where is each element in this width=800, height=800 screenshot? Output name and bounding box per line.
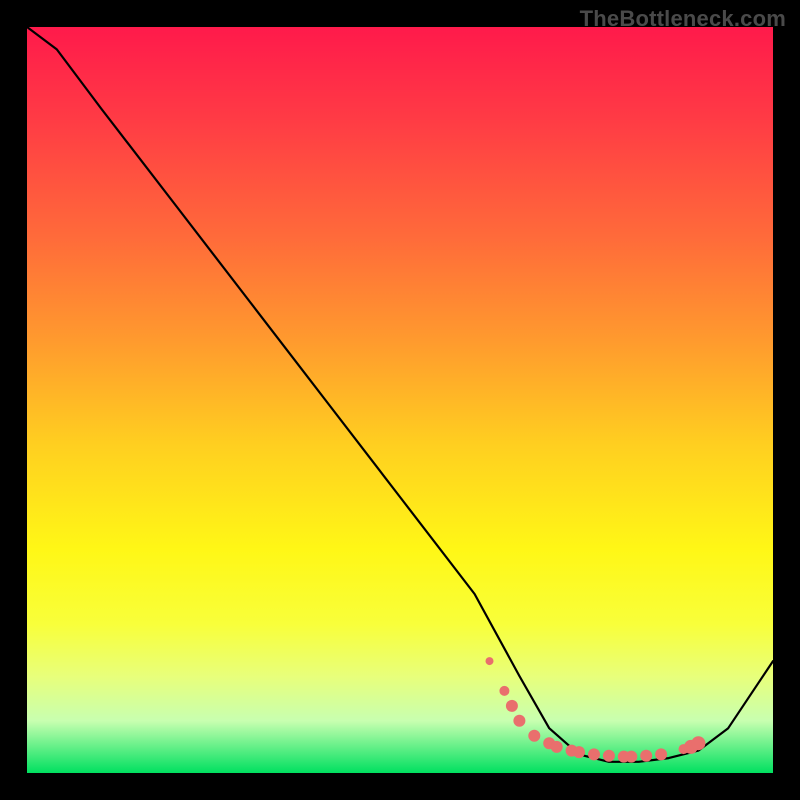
chart-frame: TheBottleneck.com [0,0,800,800]
chart-svg [27,27,773,773]
bottleneck-curve-line [27,27,773,762]
highlight-marker [528,730,540,742]
highlight-marker [506,700,518,712]
highlight-marker [691,736,705,750]
highlight-marker [513,715,525,727]
highlight-marker [588,748,600,760]
highlight-marker [625,751,637,763]
highlight-marker [573,746,585,758]
highlight-marker [551,741,563,753]
highlight-marker [640,750,652,762]
highlight-marker [603,750,615,762]
highlight-marker [655,748,667,760]
highlight-marker [499,686,509,696]
highlight-marker [486,657,494,665]
